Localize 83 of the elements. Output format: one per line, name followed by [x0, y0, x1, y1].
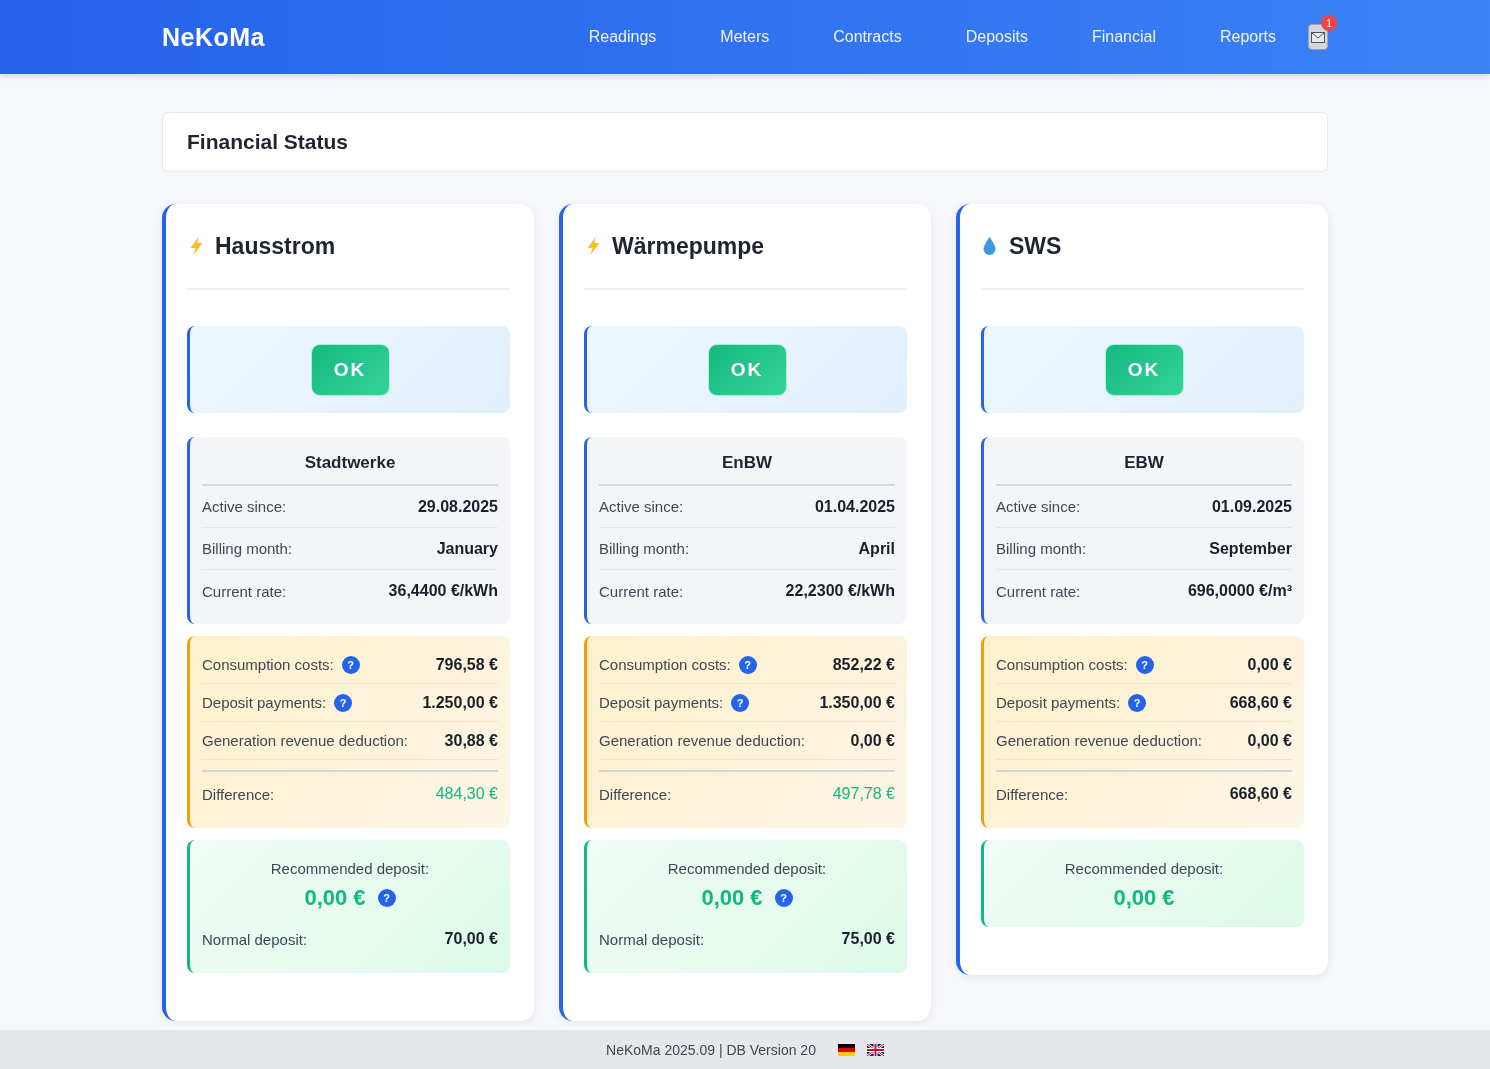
field-value: January — [436, 539, 498, 558]
status-badge: OK — [1104, 343, 1184, 396]
mail-button[interactable] — [1308, 24, 1328, 50]
help-button[interactable]: ? — [738, 655, 757, 674]
field-label: Consumption costs: — [202, 656, 334, 673]
field-value: 696,0000 €/m³ — [1187, 582, 1292, 600]
app-logo[interactable]: NeKoMa — [162, 22, 265, 52]
help-button[interactable]: ? — [1135, 655, 1154, 674]
german-flag-icon[interactable] — [837, 1043, 855, 1056]
field-label: Active since: — [202, 498, 287, 515]
field-label: Active since: — [599, 498, 684, 515]
field-label: Deposit payments: — [599, 694, 724, 711]
field-value: 1.350,00 € — [819, 693, 895, 712]
field-label: Normal deposit: — [202, 930, 308, 948]
field-value: September — [1209, 539, 1292, 558]
field-value: 75,00 € — [841, 930, 895, 948]
nav-link[interactable]: Readings — [556, 20, 689, 54]
field-value: 796,58 € — [435, 655, 498, 674]
field-value: 1.250,00 € — [422, 693, 498, 712]
field-label: Billing month: — [599, 540, 690, 557]
field-label: Current rate: — [599, 582, 684, 600]
field-label: Deposit payments: — [202, 694, 327, 711]
deposit-amount: 0,00 € — [304, 885, 366, 911]
envelope-icon — [1311, 31, 1325, 43]
field-label: Billing month: — [202, 540, 293, 557]
field-label: Recommended deposit: — [666, 860, 828, 877]
british-flag-icon[interactable] — [866, 1043, 884, 1056]
nav-link[interactable]: Financial — [1059, 20, 1188, 54]
field-label: Normal deposit: — [599, 930, 705, 948]
field-value: 01.04.2025 — [814, 497, 895, 516]
field-value: 30,88 € — [444, 731, 498, 750]
nav-link[interactable]: Meters — [688, 20, 802, 54]
field-label: Consumption costs: — [599, 656, 731, 673]
field-value: 668,60 € — [1229, 693, 1292, 712]
field-value: 22,2300 €/kWh — [785, 582, 895, 600]
nav-link[interactable]: Deposits — [933, 20, 1060, 54]
field-value: 36,4400 €/kWh — [388, 582, 498, 600]
card-title: SWS — [1009, 232, 1062, 260]
version-text: NeKoMa 2025.09 | DB Version 20 — [606, 1041, 816, 1058]
field-label: Current rate: — [202, 582, 287, 600]
field-label: Billing month: — [996, 540, 1087, 557]
field-value: 01.09.2025 — [1211, 497, 1292, 516]
card-title: Wärmepumpe — [612, 232, 765, 260]
status-badge: OK — [310, 343, 390, 396]
field-label: Current rate: — [996, 582, 1081, 600]
field-value: April — [858, 539, 895, 558]
deposit-amount: 0,00 € — [701, 885, 763, 911]
help-button[interactable]: ? — [334, 693, 353, 712]
field-value: 0,00 € — [1247, 731, 1292, 750]
help-button[interactable]: ? — [774, 889, 793, 907]
field-value: 668,60 € — [1229, 785, 1292, 803]
field-label: Consumption costs: — [996, 656, 1128, 673]
field-value: 484,30 € — [435, 785, 498, 803]
field-label: Recommended deposit: — [1063, 860, 1225, 877]
provider-name: EnBW — [599, 447, 895, 486]
field-value: 497,78 € — [832, 785, 895, 803]
field-label: Recommended deposit: — [269, 860, 431, 877]
help-button[interactable]: ? — [731, 693, 750, 712]
provider-name: EBW — [996, 447, 1292, 486]
field-value: 0,00 € — [1247, 655, 1292, 674]
field-label: Difference: — [202, 785, 275, 803]
deposit-amount: 0,00 € — [1113, 885, 1175, 911]
field-value: 29.08.2025 — [417, 497, 498, 516]
field-value: 0,00 € — [850, 731, 895, 750]
field-label: Difference: — [599, 785, 672, 803]
card-title: Hausstrom — [215, 232, 336, 260]
field-label: Active since: — [996, 498, 1081, 515]
field-label: Generation revenue deduction: — [202, 732, 408, 749]
field-label: Generation revenue deduction: — [599, 732, 805, 749]
status-badge: OK — [707, 343, 787, 396]
field-value: 70,00 € — [444, 930, 498, 948]
help-button[interactable]: ? — [377, 889, 396, 907]
nav-link[interactable]: Reports — [1187, 20, 1308, 54]
field-value: 852,22 € — [832, 655, 895, 674]
help-button[interactable]: ? — [1128, 693, 1147, 712]
notification-badge: 1 — [1321, 15, 1337, 31]
help-button[interactable]: ? — [341, 655, 360, 674]
provider-name: Stadtwerke — [202, 447, 498, 486]
page-title: Financial Status — [162, 112, 1328, 172]
field-label: Deposit payments: — [996, 694, 1121, 711]
field-label: Generation revenue deduction: — [996, 732, 1202, 749]
nav-link[interactable]: Contracts — [801, 20, 934, 54]
field-label: Difference: — [996, 785, 1069, 803]
